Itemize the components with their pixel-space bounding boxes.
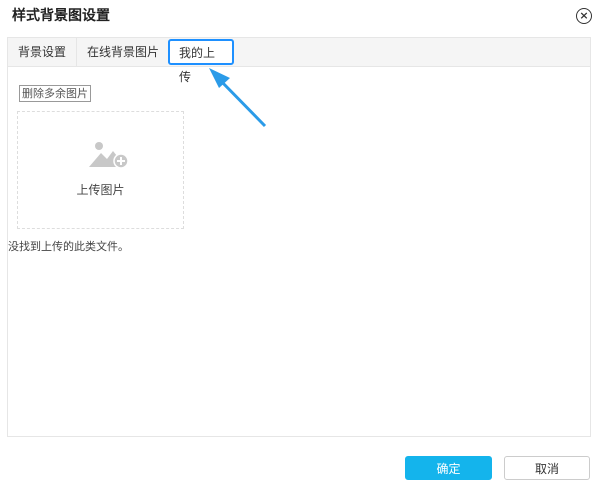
style-background-dialog: 样式背景图设置 × 背景设置 在线背景图片 我的上传 删除多余图片 上传图片 没… (0, 0, 600, 485)
content-panel: 背景设置 在线背景图片 我的上传 删除多余图片 上传图片 没找到上传的此类文件。 (7, 37, 591, 437)
tab-my-uploads[interactable]: 我的上传 (168, 39, 234, 84)
close-icon[interactable]: × (576, 8, 592, 24)
delete-extra-images-button[interactable]: 删除多余图片 (19, 85, 91, 102)
tab-bar: 背景设置 在线背景图片 我的上传 (8, 38, 590, 84)
dialog-title: 样式背景图设置 (12, 8, 110, 24)
empty-message: 没找到上传的此类文件。 (8, 240, 129, 253)
upload-image-label: 上传图片 (76, 183, 125, 197)
tab-background-settings[interactable]: 背景设置 (8, 38, 76, 66)
tab-online-images[interactable]: 在线背景图片 (76, 38, 169, 66)
cancel-button[interactable]: 取消 (504, 456, 590, 480)
image-add-icon (89, 142, 129, 169)
upload-image-box[interactable]: 上传图片 (17, 111, 184, 229)
ok-button[interactable]: 确定 (405, 456, 492, 480)
